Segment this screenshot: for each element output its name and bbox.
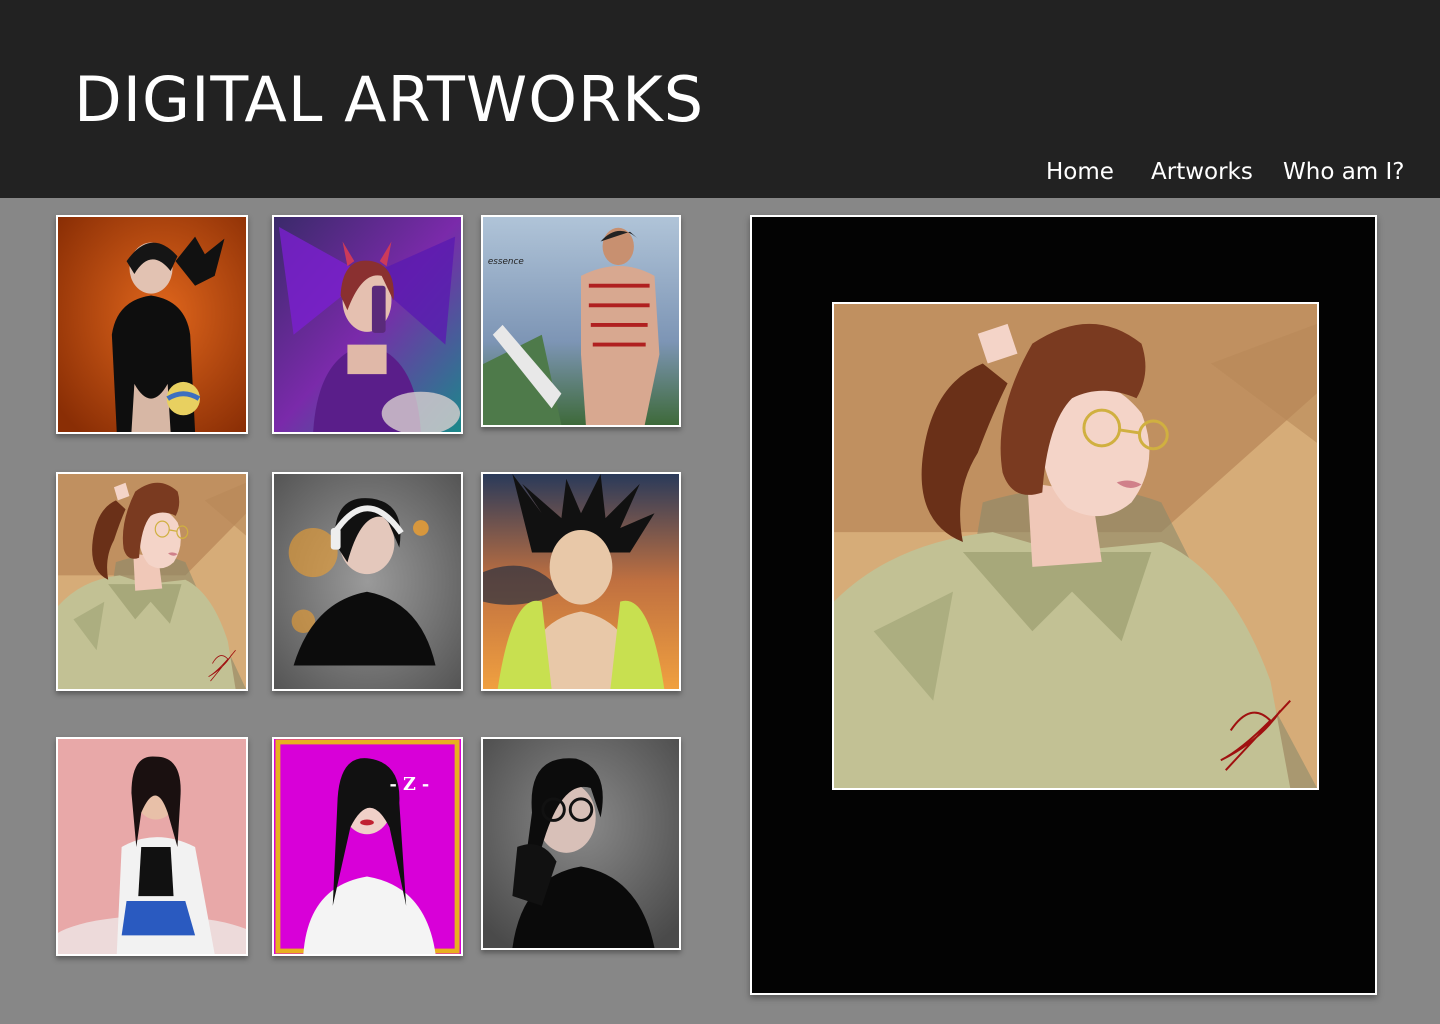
artwork-thumbnail-4[interactable] (56, 472, 248, 691)
artwork-thumbnail-2[interactable] (272, 215, 463, 434)
artwork-image (274, 217, 461, 432)
artwork-thumbnail-5[interactable] (272, 472, 463, 691)
artwork-image: - Z - (274, 739, 461, 954)
nav-home[interactable]: Home (1046, 156, 1114, 188)
site-header: DIGITAL ARTWORKS Home Artworks Who am I? (0, 0, 1440, 198)
artwork-image (483, 739, 679, 948)
main-nav: Home Artworks Who am I? (0, 156, 1440, 188)
artwork-image (274, 474, 461, 689)
featured-artwork-image (834, 304, 1317, 788)
artwork-thumbnail-1[interactable] (56, 215, 248, 434)
artwork-image (58, 217, 246, 432)
site-title: DIGITAL ARTWORKS (74, 63, 705, 136)
artwork-caption: - Z - (390, 774, 430, 795)
artwork-thumbnail-6[interactable] (481, 472, 681, 691)
artwork-image (58, 474, 246, 689)
nav-who-am-i[interactable]: Who am I? (1283, 156, 1405, 188)
artwork-thumbnail-8[interactable]: - Z - (272, 737, 463, 956)
nav-artworks[interactable]: Artworks (1151, 156, 1253, 188)
artwork-viewer (750, 215, 1377, 995)
artwork-thumbnail-7[interactable] (56, 737, 248, 956)
artwork-image (483, 474, 679, 689)
artwork-caption: essence (488, 257, 524, 267)
artwork-thumbnail-3[interactable]: essence (481, 215, 681, 427)
artwork-image: essence (483, 217, 679, 425)
artwork-image (58, 739, 246, 954)
artwork-thumbnail-9[interactable] (481, 737, 681, 950)
featured-artwork[interactable] (832, 302, 1319, 790)
